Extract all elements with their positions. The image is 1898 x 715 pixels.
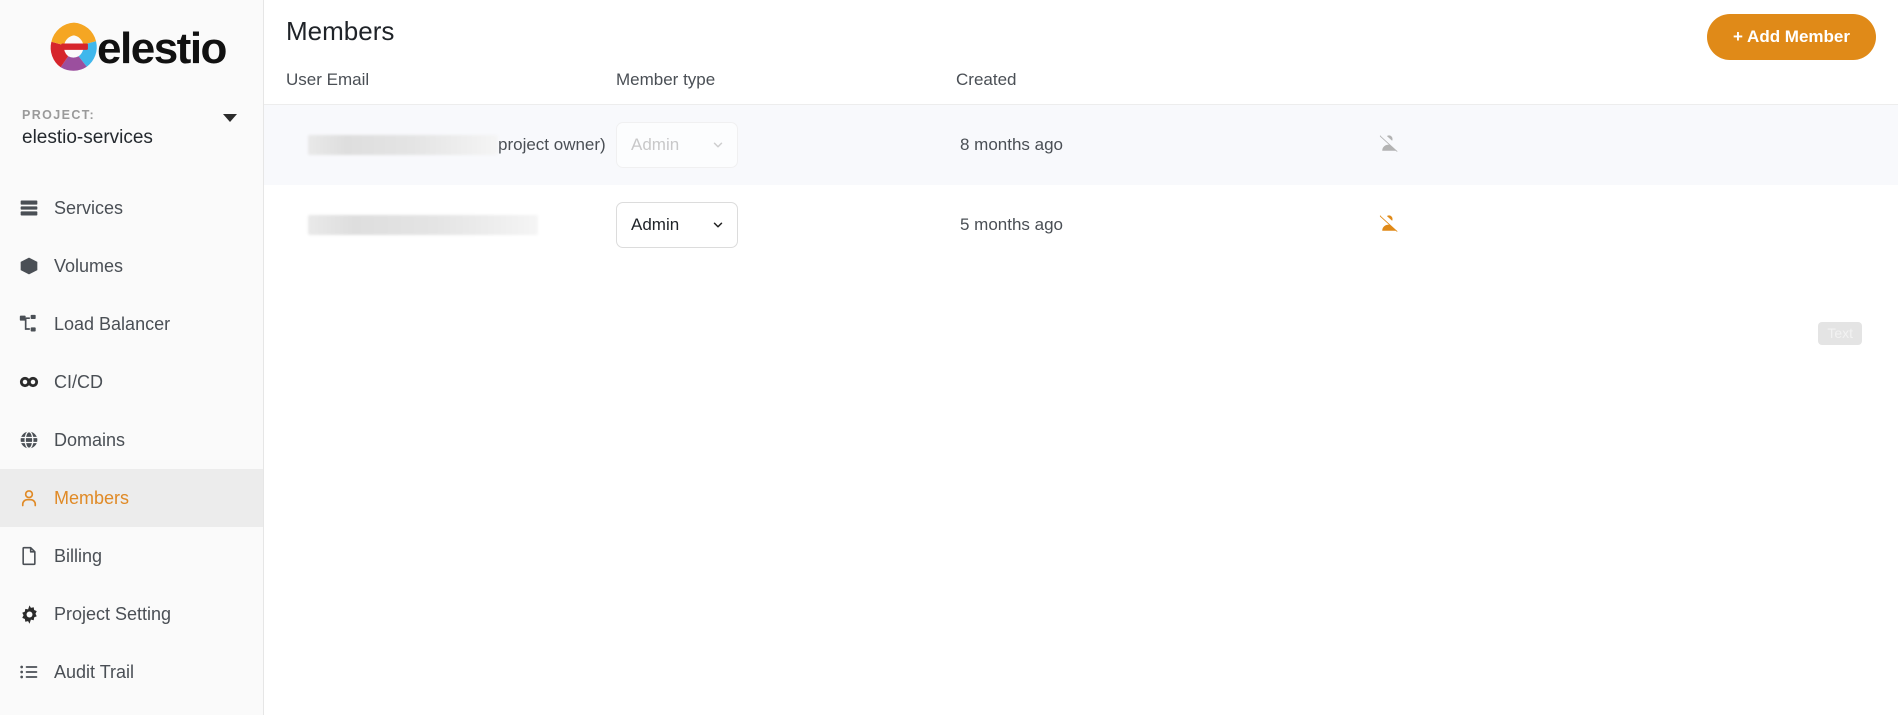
globe-icon [18,429,40,451]
column-header-actions [1376,62,1898,105]
page-title: Members [286,15,395,46]
brand-logo[interactable]: elestio [0,0,263,98]
email-suffix: project owner) [498,134,606,154]
user-remove-icon [1378,212,1401,237]
cell-user-email [264,185,616,265]
server-stack-icon [18,197,40,219]
redacted-email [308,214,538,235]
sidebar-item-domains[interactable]: Domains [0,411,263,469]
sidebar-item-services[interactable]: Services [0,179,263,237]
table-body: project owner) Admin 8 months ago Admin … [264,104,1898,265]
sidebar-item-audit-trail[interactable]: Audit Trail [0,643,263,701]
sidebar-item-label: Members [54,487,130,508]
sidebar-item-project-setting[interactable]: Project Setting [0,585,263,643]
brand-name: elestio [97,24,227,73]
sidebar-item-members[interactable]: Members [0,469,263,527]
created-text: 5 months ago [960,214,1064,234]
sidebar-item-label: CI/CD [54,371,103,392]
sidebar-item-label: Audit Trail [54,661,135,682]
infinity-icon [18,371,40,393]
user-remove-icon [1378,132,1401,157]
member-type-select[interactable]: Admin [616,121,738,168]
chevron-down-icon[interactable] [223,114,237,122]
cell-member-type: Admin [616,104,956,185]
column-header-user-email: User Email [264,62,616,105]
cell-member-type: Admin [616,185,956,265]
document-icon [18,545,40,567]
sidebar-item-cicd[interactable]: CI/CD [0,353,263,411]
add-member-button[interactable]: + Add Member [1707,14,1876,60]
cube-icon [18,255,40,277]
cell-created: 5 months ago [956,185,1376,265]
members-table: User Email Member type Created project o… [264,62,1898,265]
main-content: Members + Add Member User Email Member t… [264,0,1898,715]
sidebar-item-label: Volumes [54,255,124,276]
network-nodes-icon [18,313,40,335]
list-icon [18,661,40,683]
sidebar-item-label: Project Setting [54,603,172,624]
table-row: project owner) Admin 8 months ago [264,104,1898,185]
column-header-member-type: Member type [616,62,956,105]
table-header: User Email Member type Created [264,62,1898,105]
sidebar-nav: Services Volumes Load Balancer CI/CD Dom… [0,179,263,701]
project-label: PROJECT: [22,108,96,122]
cell-created: 8 months ago [956,104,1376,185]
table-row: Admin 5 months ago [264,185,1898,265]
member-type-select[interactable]: Admin [616,201,738,248]
elestio-logo-icon [45,18,103,81]
sidebar-item-load-balancer[interactable]: Load Balancer [0,295,263,353]
sidebar-item-label: Load Balancer [54,313,171,334]
sidebar-item-billing[interactable]: Billing [0,527,263,585]
gear-icon [18,603,40,625]
sidebar: elestio PROJECT: elestio-services Servic… [0,0,264,715]
sidebar-item-label: Billing [54,545,103,566]
column-header-created: Created [956,62,1376,105]
redacted-email [308,134,498,155]
cell-actions [1376,185,1898,265]
sidebar-item-volumes[interactable]: Volumes [0,237,263,295]
page-header: Members + Add Member [264,0,1898,62]
project-name: elestio-services [22,127,153,148]
text-placeholder-badge: Text [1818,322,1862,345]
user-icon [18,487,40,509]
app-root: elestio PROJECT: elestio-services Servic… [0,0,1898,715]
sidebar-item-label: Services [54,197,124,218]
project-selector[interactable]: PROJECT: elestio-services [0,98,263,153]
remove-member-button [1376,132,1402,158]
created-text: 8 months ago [960,134,1064,154]
cell-actions [1376,104,1898,185]
cell-user-email: project owner) [264,104,616,185]
sidebar-item-label: Domains [54,429,126,450]
remove-member-button[interactable] [1376,212,1402,238]
